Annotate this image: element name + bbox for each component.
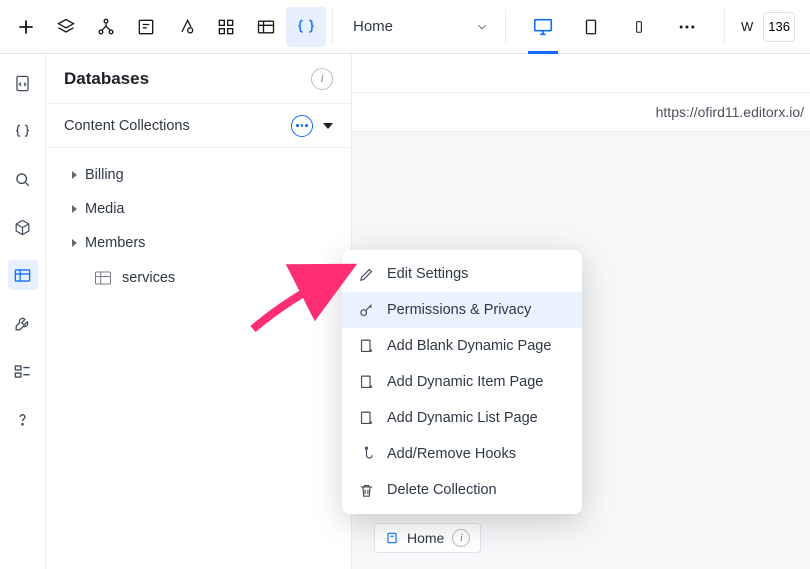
width-input[interactable] [763, 12, 795, 42]
page-icon [385, 531, 399, 545]
ctx-item-label: Edit Settings [387, 266, 468, 282]
nodes-icon[interactable] [86, 7, 126, 47]
preview-url: https://ofird11.editorx.io/ [656, 104, 804, 120]
rail-tools-icon[interactable] [8, 308, 38, 338]
ctx-item-label: Add Dynamic List Page [387, 410, 538, 426]
rail-search-icon[interactable] [8, 164, 38, 194]
ctx-add-blank-dynamic-page[interactable]: Add Blank Dynamic Page [342, 328, 582, 364]
preview-url-bar: https://ofird11.editorx.io/ [352, 92, 810, 132]
ctx-delete-collection[interactable]: Delete Collection [342, 472, 582, 508]
page-plus-icon [358, 338, 375, 355]
rail-help-icon[interactable] [8, 404, 38, 434]
collection-icon [94, 270, 112, 286]
chevron-down-icon [475, 20, 489, 34]
rail-form-icon[interactable] [8, 356, 38, 386]
leaf-more-button[interactable] [321, 267, 343, 289]
ctx-add-remove-hooks[interactable]: Add/Remove Hooks [342, 436, 582, 472]
table-icon[interactable] [246, 7, 286, 47]
tree-leaf-label: services [122, 270, 311, 286]
device-desktop-button[interactable] [530, 14, 556, 40]
device-tablet-button[interactable] [578, 14, 604, 40]
ctx-item-label: Add Dynamic Item Page [387, 374, 543, 390]
rail-braces-icon[interactable] [8, 116, 38, 146]
tree-leaf-services[interactable]: services [46, 260, 351, 296]
tree-item-label: Media [85, 201, 125, 217]
tree-item-billing[interactable]: Billing [46, 158, 351, 192]
caret-right-icon [72, 239, 77, 247]
home-chip-label: Home [407, 530, 444, 546]
divider [505, 9, 506, 45]
panel-header: Databases i [46, 54, 351, 104]
theme-icon[interactable] [166, 7, 206, 47]
trash-icon [358, 482, 375, 499]
page-plus-icon [358, 374, 375, 391]
caret-right-icon [72, 205, 77, 213]
panel-section-title: Content Collections [64, 118, 281, 134]
width-label: W [741, 19, 753, 34]
device-switcher [512, 14, 718, 40]
ctx-item-label: Permissions & Privacy [387, 302, 531, 318]
home-breadcrumb-chip[interactable]: Home i [374, 523, 481, 553]
divider [724, 9, 725, 45]
apps-icon[interactable] [206, 7, 246, 47]
ctx-edit-settings[interactable]: Edit Settings [342, 256, 582, 292]
device-mobile-button[interactable] [626, 14, 652, 40]
hook-icon [358, 446, 375, 463]
page-plus-icon [358, 410, 375, 427]
ctx-item-label: Add Blank Dynamic Page [387, 338, 551, 354]
left-rail [0, 54, 46, 569]
topbar-tools [0, 7, 326, 47]
more-devices-button[interactable] [674, 14, 700, 40]
caret-right-icon [72, 171, 77, 179]
rail-database-icon[interactable] [8, 260, 38, 290]
collections-tree: Billing Media Members services [46, 148, 351, 296]
code-braces-icon[interactable] [286, 7, 326, 47]
section-more-button[interactable] [291, 115, 313, 137]
tree-item-label: Billing [85, 167, 124, 183]
tree-item-members[interactable]: Members [46, 226, 351, 260]
section-icon[interactable] [126, 7, 166, 47]
add-icon[interactable] [6, 7, 46, 47]
tree-item-label: Members [85, 235, 145, 251]
collection-context-menu: Edit Settings Permissions & Privacy Add … [342, 250, 582, 514]
page-dropdown[interactable]: Home [339, 7, 499, 47]
layers-icon[interactable] [46, 7, 86, 47]
panel-title: Databases [64, 69, 149, 89]
databases-panel: Databases i Content Collections Billing … [46, 54, 352, 569]
info-icon[interactable]: i [452, 529, 470, 547]
ctx-item-label: Delete Collection [387, 482, 497, 498]
topbar: Home W [0, 0, 810, 54]
section-collapse-caret-icon[interactable] [323, 123, 333, 129]
panel-section-header[interactable]: Content Collections [46, 104, 351, 148]
pencil-icon [358, 266, 375, 283]
key-icon [358, 302, 375, 319]
ctx-add-dynamic-item-page[interactable]: Add Dynamic Item Page [342, 364, 582, 400]
canvas-size-group: W [731, 12, 795, 42]
tree-item-media[interactable]: Media [46, 192, 351, 226]
divider [332, 9, 333, 45]
rail-package-icon[interactable] [8, 212, 38, 242]
page-dropdown-label: Home [353, 18, 393, 35]
ctx-add-dynamic-list-page[interactable]: Add Dynamic List Page [342, 400, 582, 436]
ctx-permissions-privacy[interactable]: Permissions & Privacy [342, 292, 582, 328]
rail-page-code-icon[interactable] [8, 68, 38, 98]
info-icon[interactable]: i [311, 68, 333, 90]
ctx-item-label: Add/Remove Hooks [387, 446, 516, 462]
